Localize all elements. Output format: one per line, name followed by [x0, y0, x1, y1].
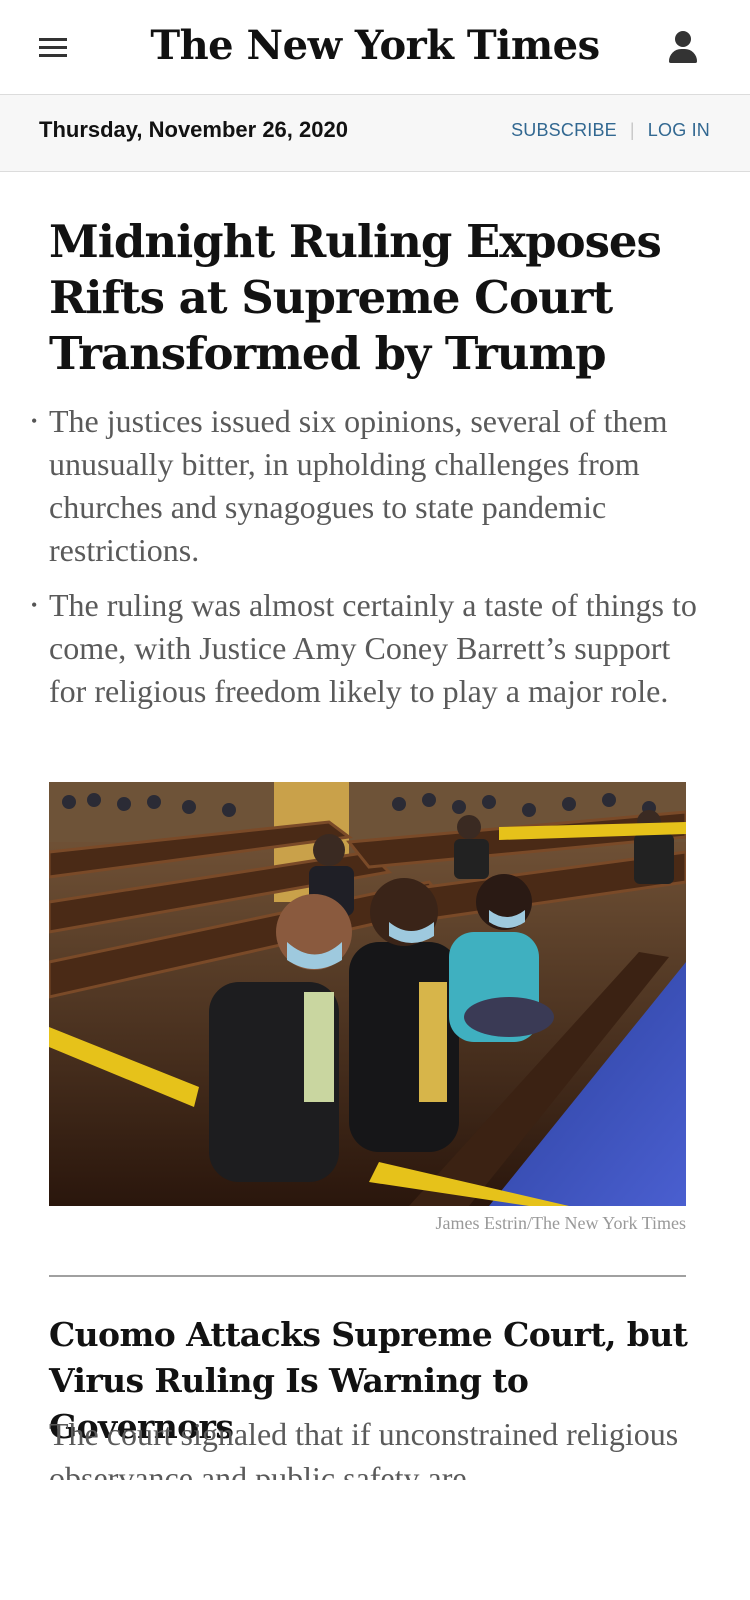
user-icon-body: [669, 49, 697, 63]
church-pews-photo: [49, 782, 686, 1206]
current-date: Thursday, November 26, 2020: [39, 117, 348, 142]
user-icon-head: [675, 31, 691, 47]
summary-bullet-text: The justices issued six opinions, severa…: [49, 403, 668, 568]
masthead-bar: The New York Times: [0, 0, 750, 95]
bullet-icon: •: [31, 595, 38, 615]
account-button[interactable]: [664, 28, 704, 68]
second-story-summary: The court signaled that if unconstrained…: [49, 1416, 679, 1480]
second-story-summary-clip: The court signaled that if unconstrained…: [49, 1412, 699, 1480]
bullet-icon: •: [31, 411, 38, 431]
summary-bullet-item: • The justices issued six opinions, seve…: [31, 400, 701, 572]
photo-credit: James Estrin/The New York Times: [435, 1213, 686, 1233]
link-separator: |: [629, 120, 635, 140]
date-bar: Thursday, November 26, 2020 SUBSCRIBE | LO…: [0, 95, 750, 172]
story-divider: [49, 1275, 686, 1277]
subscribe-link[interactable]: SUBSCRIBE: [511, 120, 617, 140]
nyt-logo[interactable]: The New York Times: [0, 18, 750, 74]
auth-links: SUBSCRIBE | LOG IN: [511, 120, 710, 141]
summary-bullet-item: • The ruling was almost certainly a tast…: [31, 584, 701, 713]
lead-story-summary-list: • The justices issued six opinions, seve…: [31, 400, 701, 725]
login-link[interactable]: LOG IN: [648, 120, 710, 140]
summary-bullet-text: The ruling was almost certainly a taste …: [49, 587, 697, 709]
lead-story-headline[interactable]: Midnight Ruling Exposes Rifts at Supreme…: [49, 214, 699, 382]
lead-story-photo[interactable]: [49, 782, 686, 1206]
